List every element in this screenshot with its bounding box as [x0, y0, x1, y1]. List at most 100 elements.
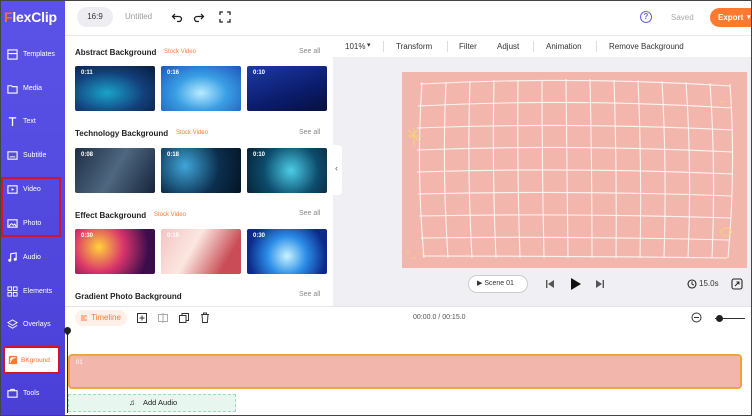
video-canvas[interactable]: [402, 72, 747, 268]
timeline-ruler: [65, 328, 752, 353]
stock-video-tag: Stock Video: [154, 212, 186, 218]
divider: [596, 41, 597, 52]
sidebar-item-overlays[interactable]: Overlays: [0, 309, 65, 341]
redo-icon[interactable]: [193, 11, 205, 23]
video-thumbnail[interactable]: 0:10: [247, 66, 327, 111]
divider: [447, 41, 448, 52]
background-library-panel: Abstract Background Stock Video See all …: [65, 36, 333, 306]
scene-clip[interactable]: 01: [68, 354, 742, 389]
zoom-out-icon[interactable]: [691, 312, 702, 323]
chevron-left-icon: ‹: [335, 163, 338, 173]
top-bar: 16:9 Untitled ? Saved Export ▾: [65, 0, 752, 36]
aspect-ratio-button[interactable]: 16:9: [77, 7, 113, 27]
editor-toolbar: 101% ▾ Transform Filter Adjust Animation…: [333, 36, 752, 58]
player-controls: ▶ Scene 01 15.0s: [333, 268, 752, 304]
timeline-time: 00:00.0 / 00:15.0: [413, 314, 466, 321]
timeline-icon: [81, 315, 87, 321]
skip-next-icon[interactable]: [595, 279, 605, 289]
sidebar-item-subtitle[interactable]: Subtitle: [0, 140, 65, 172]
overlays-icon: [7, 319, 18, 329]
sidebar-item-media[interactable]: Media: [0, 73, 65, 105]
sidebar-item-label: Templates: [23, 51, 55, 58]
add-scene-icon[interactable]: [137, 313, 147, 323]
video-thumbnail[interactable]: 0:10: [247, 148, 327, 193]
help-icon[interactable]: ?: [640, 11, 652, 23]
expand-icon[interactable]: [731, 278, 743, 290]
timeline-toolbar: Timeline 00:00.0 / 00:15.0: [65, 306, 752, 328]
sidebar-item-label: Subtitle: [23, 152, 47, 159]
project-title[interactable]: Untitled: [125, 12, 152, 21]
sidebar-item-elements[interactable]: Elements: [0, 276, 65, 308]
video-thumbnail[interactable]: 0:08: [75, 148, 155, 193]
skip-previous-icon[interactable]: [545, 279, 555, 289]
scene-label: Scene 01: [484, 280, 514, 287]
clock-icon: [687, 279, 697, 289]
sidebar-item-tools[interactable]: Tools: [0, 378, 65, 410]
see-all-link[interactable]: See all: [299, 210, 320, 217]
sidebar-item-label: Overlays: [23, 321, 51, 328]
divider: [383, 41, 384, 52]
collapse-panel-button[interactable]: ‹: [333, 145, 342, 195]
video-thumbnail[interactable]: 0:30: [75, 229, 155, 274]
playhead[interactable]: [67, 329, 68, 413]
see-all-link[interactable]: See all: [299, 291, 320, 298]
sidebar-item-bkground[interactable]: BKground: [3, 346, 60, 374]
see-all-link[interactable]: See all: [299, 129, 320, 136]
tools-icon: [7, 388, 18, 398]
subtitle-icon: [7, 151, 18, 160]
add-audio-button[interactable]: ♫ Add Audio: [68, 394, 236, 412]
sidebar-item-templates[interactable]: Templates: [0, 39, 65, 71]
section-title: Technology Background: [75, 129, 169, 138]
export-label: Export: [718, 13, 744, 22]
stock-video-tag: Stock Video: [176, 130, 208, 136]
templates-icon: [7, 49, 18, 60]
remove-background-button[interactable]: Remove Background: [609, 42, 684, 51]
sidebar: FlexClip Templates Media Text Subtitle V…: [0, 0, 65, 416]
divider: [533, 41, 534, 52]
filter-button[interactable]: Filter: [459, 42, 477, 51]
sidebar-item-label: Tools: [23, 390, 40, 397]
audio-icon: [8, 252, 17, 262]
zoom-dropdown[interactable]: 101%: [345, 42, 365, 51]
chevron-down-icon: ▾: [367, 42, 371, 49]
video-photo-highlight: [1, 177, 61, 237]
fullscreen-icon[interactable]: [219, 11, 231, 23]
flexclip-logo[interactable]: FlexClip: [4, 9, 57, 25]
save-status: Saved: [671, 13, 694, 22]
section-title: Gradient Photo Background: [75, 292, 182, 301]
video-thumbnail[interactable]: 0:11: [75, 66, 155, 111]
timeline-toggle-button[interactable]: Timeline: [75, 310, 127, 326]
elements-icon: [7, 286, 18, 297]
play-small-icon: ▶: [477, 280, 483, 287]
scene-duration[interactable]: 15.0s: [699, 279, 719, 288]
video-thumbnail[interactable]: 0:15: [161, 229, 241, 274]
sidebar-item-label: Elements: [23, 288, 53, 295]
scene-selector[interactable]: ▶ Scene 01: [468, 275, 528, 293]
video-thumbnail[interactable]: 0:18: [161, 148, 241, 193]
delete-icon[interactable]: [200, 312, 210, 323]
sidebar-item-label: Media: [23, 85, 43, 92]
video-thumbnail[interactable]: 0:16: [161, 66, 241, 111]
add-audio-label: Add Audio: [143, 398, 178, 407]
sidebar-item-label: BKground: [21, 357, 50, 364]
export-button[interactable]: Export ▾: [710, 8, 752, 27]
zoom-slider-handle[interactable]: [716, 315, 723, 322]
stock-video-tag: Stock Video: [164, 49, 196, 55]
video-thumbnail[interactable]: 0:30: [247, 229, 327, 274]
timeline-label: Timeline: [91, 313, 121, 322]
transform-button[interactable]: Transform: [396, 42, 432, 51]
sidebar-item-audio[interactable]: Audio: [0, 242, 65, 274]
play-icon[interactable]: [570, 277, 582, 291]
adjust-button[interactable]: Adjust: [497, 42, 519, 51]
section-title: Effect Background: [75, 211, 147, 220]
sidebar-item-text[interactable]: Text: [0, 106, 65, 138]
sidebar-item-label: Text: [23, 118, 36, 125]
animation-button[interactable]: Animation: [546, 42, 582, 51]
undo-icon[interactable]: [171, 11, 183, 23]
chevron-down-icon: ▾: [747, 14, 751, 21]
sidebar-item-label: Audio: [23, 254, 41, 261]
background-icon: [8, 355, 18, 365]
see-all-link[interactable]: See all: [299, 48, 320, 55]
duplicate-icon[interactable]: [179, 313, 189, 323]
split-icon[interactable]: [158, 313, 168, 323]
